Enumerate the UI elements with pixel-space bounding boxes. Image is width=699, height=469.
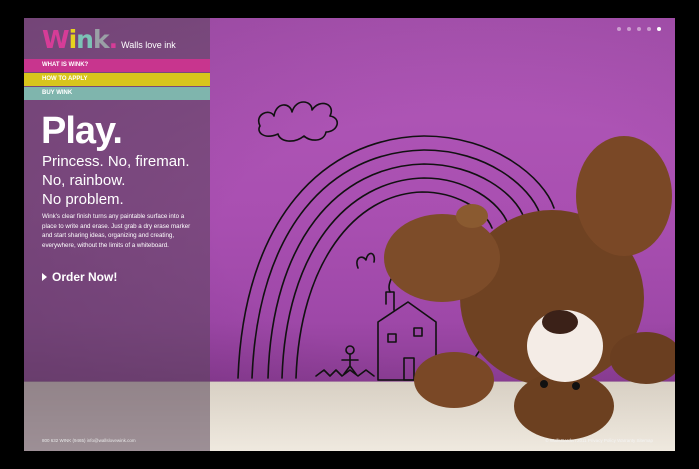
slide-dot[interactable]: [647, 27, 651, 31]
logo-letter: W: [42, 25, 70, 54]
play-arrow-icon: [42, 273, 47, 281]
body-copy: Wink's clear finish turns any paintable …: [42, 213, 191, 249]
logo-letter: k: [92, 25, 110, 54]
order-now-link[interactable]: Order Now!: [42, 270, 117, 284]
slide-dot[interactable]: [617, 27, 621, 31]
nav-item-how-to-apply[interactable]: HOW TO APPLY: [24, 73, 210, 86]
page-title: Play.: [41, 110, 123, 152]
contact-info: 800 632 WINK (9465) info@wallslovewink.c…: [42, 438, 136, 443]
logo-wordmark: Wink.: [42, 25, 118, 54]
slide-dot-active[interactable]: [657, 27, 661, 31]
logo[interactable]: Wink. Walls love ink: [42, 26, 176, 54]
logo-letter: n: [76, 25, 94, 54]
cloud-scribble: [257, 101, 338, 142]
nav-item-buy-wink[interactable]: BUY WINK: [24, 87, 210, 100]
slide-dot[interactable]: [637, 27, 641, 31]
subhead-line: Princess. No, fireman.: [42, 153, 190, 170]
subheadline: Princess. No, fireman. No, rainbow. No p…: [42, 152, 210, 209]
nav-item-what-is-wink[interactable]: WHAT IS WINK?: [24, 59, 210, 72]
order-now-label: Order Now!: [52, 270, 118, 284]
slide-dot[interactable]: [627, 27, 631, 31]
teddy-bear: [384, 136, 675, 440]
tagline: Walls love ink: [121, 40, 176, 50]
slide-pagination: [617, 27, 661, 31]
logo-dot: .: [108, 25, 118, 54]
subhead-line: No, rainbow.: [42, 172, 126, 189]
hero-frame: Wink. Walls love ink WHAT IS WINK? HOW T…: [24, 18, 675, 451]
main-nav: WHAT IS WINK? HOW TO APPLY BUY WINK: [24, 59, 210, 101]
footer-links[interactable]: © WallsGarden 2011 Privacy Policy Warran…: [545, 438, 653, 443]
side-panel: Wink. Walls love ink WHAT IS WINK? HOW T…: [24, 18, 210, 451]
subhead-line: No problem.: [42, 191, 124, 208]
